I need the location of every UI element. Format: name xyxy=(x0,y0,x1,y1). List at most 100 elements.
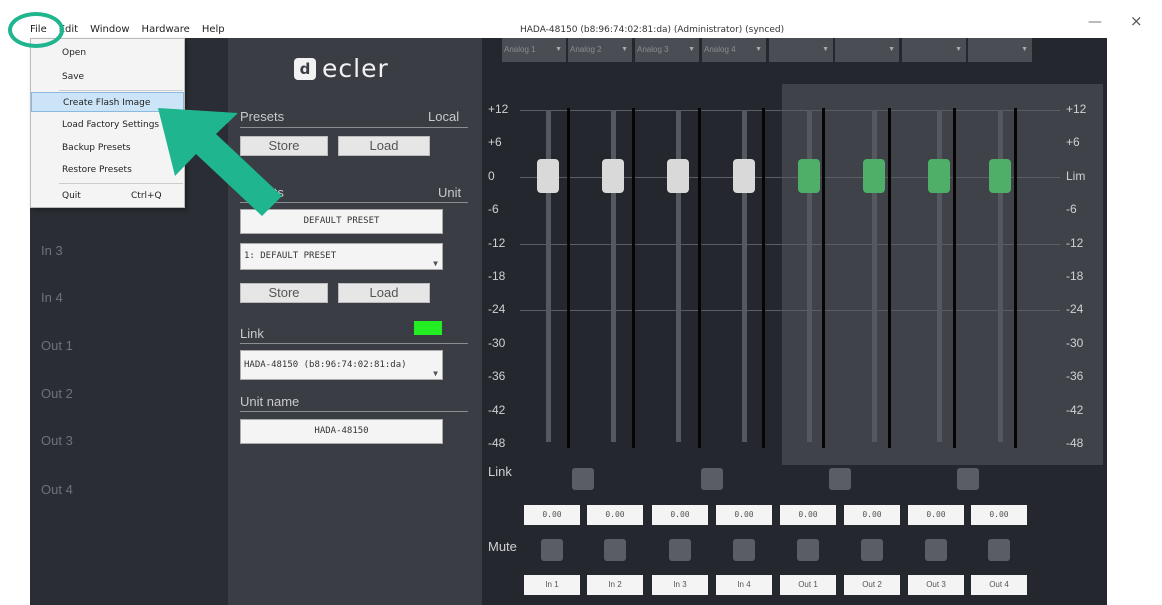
nav-out-1[interactable]: Out 1 xyxy=(41,338,73,353)
nav-out-2[interactable]: Out 2 xyxy=(41,386,73,401)
scale-tick-left: -24 xyxy=(488,302,506,317)
minimize-button[interactable]: — xyxy=(1088,14,1102,30)
gain-value[interactable]: 0.00 xyxy=(971,505,1027,525)
link-device-value: HADA-48150 (b8:96:74:02:81:da) xyxy=(244,360,407,370)
gain-value[interactable]: 0.00 xyxy=(716,505,772,525)
channel-divider xyxy=(822,108,825,448)
menu-item-restore-presets[interactable]: Restore Presets xyxy=(31,160,184,180)
channel-name[interactable]: Out 2 xyxy=(844,575,900,595)
nav-in-4[interactable]: In 4 xyxy=(41,290,63,305)
mute-button[interactable] xyxy=(541,539,563,561)
mute-button[interactable] xyxy=(669,539,691,561)
menu-item-label: Restore Presets xyxy=(62,165,132,175)
fader-knob[interactable] xyxy=(863,159,885,193)
logo-icon: d xyxy=(294,57,316,80)
file-menu: Open Save Create Flash Image Load Factor… xyxy=(30,38,185,208)
mute-button[interactable] xyxy=(797,539,819,561)
channel-tab[interactable]: Analog 4 ▼ xyxy=(702,38,766,62)
menu-item-load-factory-settings[interactable]: Load Factory Settings xyxy=(31,115,184,135)
fader-knob[interactable] xyxy=(602,159,624,193)
store-unit-button[interactable]: Store xyxy=(240,283,328,303)
menu-item-label: Save xyxy=(62,72,85,82)
channel-tab[interactable]: Analog 1 ▼ xyxy=(502,38,566,62)
chevron-down-icon: ▼ xyxy=(822,46,829,53)
load-local-button[interactable]: Load xyxy=(338,136,430,156)
nav-in-3[interactable]: In 3 xyxy=(41,243,63,258)
menu-item-label: Quit xyxy=(62,191,81,201)
channel-name[interactable]: In 4 xyxy=(716,575,772,595)
menu-item-save[interactable]: Save xyxy=(31,67,184,87)
mute-button[interactable] xyxy=(925,539,947,561)
divider xyxy=(240,343,468,344)
divider xyxy=(240,127,468,128)
chevron-down-icon: ▼ xyxy=(621,46,628,53)
mute-button[interactable] xyxy=(733,539,755,561)
window-title: HADA-48150 (b8:96:74:02:81:da) (Administ… xyxy=(520,25,785,35)
channel-tab[interactable]: Analog 2 ▼ xyxy=(568,38,632,62)
menu-item-label: Create Flash Image xyxy=(63,98,151,108)
highlight-circle xyxy=(8,12,64,48)
scale-tick-left: -42 xyxy=(488,402,506,417)
default-preset-button[interactable]: DEFAULT PRESET xyxy=(240,209,443,234)
gain-value[interactable]: 0.00 xyxy=(524,505,580,525)
channel-divider xyxy=(953,108,956,448)
scale-tick-right: -42 xyxy=(1066,402,1084,417)
channel-name[interactable]: In 1 xyxy=(524,575,580,595)
fader-knob[interactable] xyxy=(733,159,755,193)
scale-tick-left: -18 xyxy=(488,269,506,283)
chevron-down-icon: ▼ xyxy=(955,46,962,53)
menu-item-backup-presets[interactable]: Backup Presets xyxy=(31,138,184,158)
store-local-button[interactable]: Store xyxy=(240,136,328,156)
channel-name[interactable]: Out 1 xyxy=(780,575,836,595)
channel-name[interactable]: Out 3 xyxy=(908,575,964,595)
menu-item-open[interactable]: Open xyxy=(31,43,184,63)
nav-out-3[interactable]: Out 3 xyxy=(41,433,73,448)
scale-tick-right: +6 xyxy=(1066,135,1080,150)
menu-item-quit[interactable]: Quit Ctrl+Q xyxy=(31,186,184,206)
close-button[interactable]: × xyxy=(1130,12,1143,30)
channel-tab[interactable]: ▼ xyxy=(968,38,1032,62)
menu-window[interactable]: Window xyxy=(90,24,129,35)
preset-select[interactable]: 1: DEFAULT PRESET ▼ xyxy=(240,243,443,270)
scale-tick-left: -6 xyxy=(488,202,499,217)
channel-tab[interactable]: Analog 3 ▼ xyxy=(635,38,699,62)
mixer-panel: Analog 1 ▼ Analog 2 ▼ Analog 3 ▼ Analog 4 ▼ ▼ ▼ ▼ ▼… xyxy=(482,38,1107,605)
unit-name-field[interactable]: HADA-48150 xyxy=(240,419,443,444)
channel-name[interactable]: In 3 xyxy=(652,575,708,595)
scale-tick-left: +12 xyxy=(488,102,509,116)
mute-button[interactable] xyxy=(861,539,883,561)
channel-tab[interactable]: ▼ xyxy=(902,38,966,62)
gridline xyxy=(520,243,1060,245)
channel-name[interactable]: Out 4 xyxy=(971,575,1027,595)
menu-hardware[interactable]: Hardware xyxy=(142,24,190,35)
link-pair-button[interactable] xyxy=(701,468,723,490)
fader-knob[interactable] xyxy=(928,159,950,193)
link-label: Link xyxy=(240,326,264,341)
gain-value[interactable]: 0.00 xyxy=(587,505,643,525)
channel-tab[interactable]: ▼ xyxy=(835,38,899,62)
link-pair-button[interactable] xyxy=(829,468,851,490)
gain-value[interactable]: 0.00 xyxy=(780,505,836,525)
channel-tab[interactable]: ▼ xyxy=(769,38,833,62)
presets-unit-label: sets xyxy=(260,185,284,200)
fader-knob[interactable] xyxy=(537,159,559,193)
mute-button[interactable] xyxy=(988,539,1010,561)
gain-value[interactable]: 0.00 xyxy=(844,505,900,525)
mute-button[interactable] xyxy=(604,539,626,561)
fader-knob[interactable] xyxy=(989,159,1011,193)
link-pair-button[interactable] xyxy=(572,468,594,490)
link-device-select[interactable]: HADA-48150 (b8:96:74:02:81:da) ▼ xyxy=(240,350,443,380)
nav-out-4[interactable]: Out 4 xyxy=(41,482,73,497)
menu-help[interactable]: Help xyxy=(202,24,225,35)
load-unit-button[interactable]: Load xyxy=(338,283,430,303)
chevron-down-icon: ▼ xyxy=(555,46,562,53)
scale-tick-right: +12 xyxy=(1066,102,1087,116)
fader-knob[interactable] xyxy=(667,159,689,193)
gain-value[interactable]: 0.00 xyxy=(908,505,964,525)
menu-item-create-flash-image[interactable]: Create Flash Image xyxy=(31,92,184,112)
gain-value[interactable]: 0.00 xyxy=(652,505,708,525)
scale-tick-right: Lim xyxy=(1066,168,1086,183)
channel-name[interactable]: In 2 xyxy=(587,575,643,595)
link-pair-button[interactable] xyxy=(957,468,979,490)
fader-knob[interactable] xyxy=(798,159,820,193)
